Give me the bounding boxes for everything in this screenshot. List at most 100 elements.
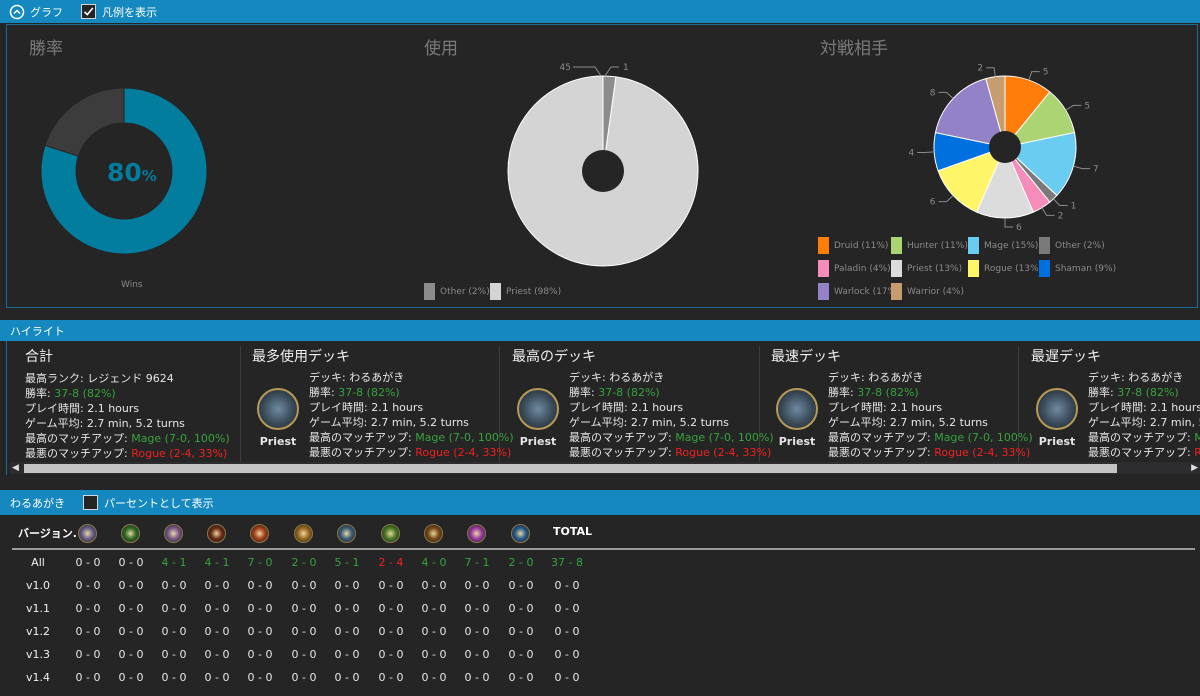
deck-class-label: Priest	[1038, 435, 1076, 448]
winrate-percent-number: 80	[107, 158, 142, 187]
highlights-horizontal-scrollbar[interactable]: ◀ ▶	[10, 462, 1200, 474]
highlight-deck-name: デッキ: わるあがき	[569, 371, 665, 384]
table-cell: 0 - 0	[464, 579, 490, 592]
opponent-slice-value-label: 7	[1093, 165, 1099, 175]
highlight-deck-details: デッキ: わるあがき 勝率: 37-8 (82%) プレイ時間: 2.1 hours…	[828, 370, 1033, 460]
row-version-label: v1.3	[25, 648, 50, 661]
show-legend-label[interactable]: 凡例を表示	[102, 4, 157, 20]
collapse-chevron-up-icon[interactable]	[9, 4, 25, 20]
table-row[interactable]: v1.0 0 - 0 0 - 0 0 - 0 0 - 0 0 - 0 0 - 0 0 - 0 0…	[0, 579, 1200, 594]
table-row[interactable]: v1.1 0 - 0 0 - 0 0 - 0 0 - 0 0 - 0 0 - 0 0 - 0 0…	[0, 602, 1200, 617]
opponent-slice-value-label: 5	[1043, 68, 1049, 78]
table-cell: 0 - 0	[378, 602, 404, 615]
table-cell: 0 - 0	[161, 602, 187, 615]
highlight-separator	[240, 346, 241, 464]
row-version-label: All	[31, 556, 45, 569]
table-cell: 0 - 0	[334, 671, 360, 684]
highlight-playtime: プレイ時間: 2.1 hours	[1088, 401, 1200, 414]
other-icon[interactable]	[511, 524, 530, 543]
highlight-deck-name: デッキ: わるあがき	[828, 371, 924, 384]
usage-label-leader-line	[604, 66, 619, 77]
highlight-winrate: 勝率: 37-8 (82%)	[309, 386, 400, 399]
priest-deck-icon[interactable]	[776, 388, 818, 430]
highlight-game-average: ゲーム平均: 2.7 min, 5.2 turns	[309, 416, 469, 429]
usage-label-leader-line	[573, 66, 602, 77]
scroll-right-arrow-icon[interactable]: ▶	[1191, 463, 1198, 473]
paladin-icon[interactable]	[207, 524, 226, 543]
shaman-icon[interactable]	[337, 524, 356, 543]
highlight-title: 最遅デッキ	[1031, 349, 1101, 365]
warlock-icon[interactable]	[381, 524, 400, 543]
priest-deck-icon[interactable]	[1036, 388, 1078, 430]
table-cell: 0 - 0	[204, 648, 230, 661]
opponent-label-leader-line	[986, 67, 996, 77]
table-cell: 0 - 0	[554, 579, 580, 592]
demon-hunter-icon[interactable]	[467, 524, 486, 543]
druid-icon[interactable]	[78, 524, 97, 543]
highlight-worst-matchup: 最悪のマッチアップ: Rogue (2-4, 33%)	[1088, 446, 1200, 459]
show-as-percent-checkbox[interactable]	[83, 495, 98, 510]
table-cell: 0 - 0	[204, 602, 230, 615]
highlight-card: 最多使用デッキ Priest デッキ: わるあがき 勝率: 37-8 (82%) プレイ…	[252, 346, 514, 464]
hunter-icon[interactable]	[121, 524, 140, 543]
highlight-worst-matchup: 最悪のマッチアップ: Rogue (2-4, 33%)	[828, 446, 1031, 459]
usage-slice-value-label: 45	[560, 63, 571, 73]
warrior-icon[interactable]	[424, 524, 443, 543]
table-row[interactable]: All 0 - 0 0 - 0 4 - 1 4 - 1 7 - 0 2 - 0 5 - 1 2 …	[0, 556, 1200, 571]
rogue-icon[interactable]	[294, 524, 313, 543]
graph-section-header: グラフ 凡例を表示	[0, 0, 1200, 23]
opponent-slice-value-label: 2	[977, 64, 983, 74]
deck-class-label: Priest	[778, 435, 816, 448]
highlight-winrate: 勝率: 37-8 (82%)	[569, 386, 660, 399]
usage-legend-swatch	[424, 283, 435, 300]
table-cell: 0 - 0	[161, 648, 187, 661]
winrate-losses-slice[interactable]	[44, 87, 125, 157]
table-cell: 0 - 0	[118, 671, 144, 684]
graph-section-title: グラフ	[30, 5, 63, 19]
table-cell: 0 - 0	[291, 602, 317, 615]
table-cell: 0 - 0	[75, 556, 101, 569]
highlight-best-matchup: 最高のマッチアップ: Mage (7-0, 100%)	[569, 431, 774, 444]
opponents-legend-priest: Priest (13%)	[891, 260, 962, 277]
highlight-title: 最高のデッキ	[512, 349, 596, 365]
table-cell: 0 - 0	[378, 648, 404, 661]
table-cell: 0 - 0	[464, 602, 490, 615]
total-column-header[interactable]: TOTAL	[553, 525, 592, 538]
table-cell: 0 - 0	[118, 625, 144, 638]
table-row[interactable]: v1.4 0 - 0 0 - 0 0 - 0 0 - 0 0 - 0 0 - 0 0 - 0 0…	[0, 671, 1200, 686]
show-as-percent-label[interactable]: パーセントとして表示	[104, 495, 214, 511]
legend-swatch	[1039, 260, 1050, 277]
scrollbar-thumb[interactable]	[24, 464, 1117, 473]
highlight-game-average: ゲーム平均: 2.7 min, 5.2 turns	[25, 417, 185, 430]
highlight-title: 合計	[25, 349, 53, 365]
table-cell: 0 - 0	[554, 602, 580, 615]
opponent-slice-value-label: 2	[1058, 211, 1064, 221]
highlights-section-title: ハイライト	[10, 324, 65, 338]
highlight-playtime: プレイ時間: 2.1 hours	[828, 401, 943, 414]
table-cell: 4 - 1	[204, 556, 230, 569]
scroll-left-arrow-icon[interactable]: ◀	[12, 463, 19, 473]
highlight-title: 最多使用デッキ	[252, 349, 350, 365]
table-cell: 0 - 0	[291, 579, 317, 592]
table-row[interactable]: v1.3 0 - 0 0 - 0 0 - 0 0 - 0 0 - 0 0 - 0 0 - 0 0…	[0, 648, 1200, 663]
priest-deck-icon[interactable]	[257, 388, 299, 430]
table-cell: 0 - 0	[118, 556, 144, 569]
table-cell: 0 - 0	[334, 602, 360, 615]
priest-deck-icon[interactable]	[517, 388, 559, 430]
table-cell: 0 - 0	[508, 671, 534, 684]
opponent-slice-value-label: 1	[1071, 201, 1077, 211]
legend-swatch	[968, 260, 979, 277]
version-column-header[interactable]: バージョン.	[18, 525, 77, 541]
priest-icon[interactable]	[250, 524, 269, 543]
show-legend-checkbox[interactable]	[81, 4, 96, 19]
table-cell: 0 - 0	[334, 625, 360, 638]
opponents-legend-warrior: Warrior (4%)	[891, 283, 964, 300]
table-cell: 0 - 0	[118, 579, 144, 592]
mage-icon[interactable]	[164, 524, 183, 543]
table-cell: 0 - 0	[75, 625, 101, 638]
opponent-label-leader-line	[917, 151, 935, 153]
highlight-title: 最速デッキ	[771, 349, 841, 365]
winrate-wins-label: Wins	[121, 280, 143, 290]
table-row[interactable]: v1.2 0 - 0 0 - 0 0 - 0 0 - 0 0 - 0 0 - 0 0 - 0 0…	[0, 625, 1200, 640]
table-cell: 2 - 0	[291, 556, 317, 569]
